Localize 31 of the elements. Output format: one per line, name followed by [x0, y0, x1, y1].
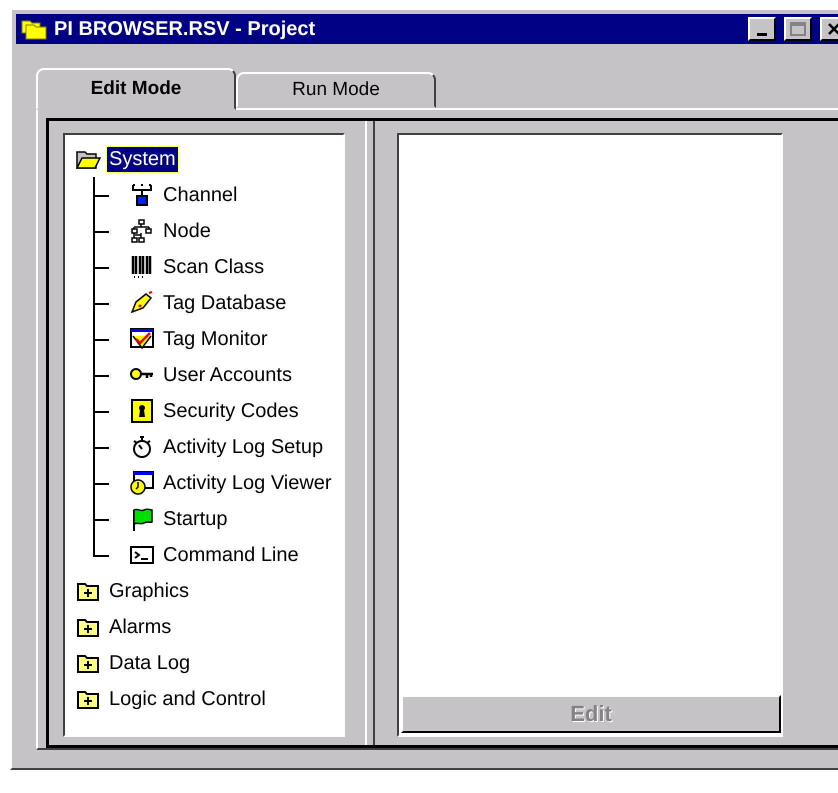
tree-item[interactable]: Activity Log Setup [161, 434, 326, 460]
tree-item[interactable]: Security Codes [161, 398, 301, 424]
node-tree-icon [129, 218, 155, 244]
keyhole-lock-icon [129, 398, 155, 424]
splitter[interactable] [365, 121, 375, 745]
tree-item[interactable]: Graphics [107, 578, 192, 604]
tree-item[interactable]: Channel [161, 182, 240, 208]
tree-item[interactable]: Alarms [107, 614, 174, 640]
tag-pencil-icon [129, 290, 155, 316]
tree-item[interactable]: Scan Class [161, 254, 266, 280]
tree-item[interactable]: Activity Log Viewer [161, 470, 334, 496]
tree-item[interactable]: Command Line [161, 542, 301, 568]
tree-item[interactable]: Tag Database [161, 290, 288, 316]
network-hub-icon [129, 182, 155, 208]
tree-item[interactable]: Tag Monitor [161, 326, 270, 352]
maximize-button[interactable] [784, 17, 812, 41]
checkmark-monitor-icon [129, 326, 155, 352]
minimize-button[interactable] [748, 17, 776, 41]
mode-tab[interactable]: Run Mode [236, 72, 436, 108]
tree-item[interactable]: Node [161, 218, 213, 244]
tree-item[interactable]: Logic and Control [107, 686, 268, 712]
tree-item[interactable]: Data Log [107, 650, 192, 676]
mode-tab[interactable]: Edit Mode [36, 68, 236, 110]
tree-item[interactable]: User Accounts [161, 362, 294, 388]
minimize-icon [757, 32, 767, 36]
close-icon [827, 22, 838, 36]
maximize-icon [790, 22, 806, 36]
clock-window-icon [129, 470, 155, 496]
window-title: PI BROWSER.RSV - Project [54, 18, 316, 40]
tree-item[interactable]: Startup [161, 506, 230, 532]
tree-item[interactable]: System [107, 146, 178, 172]
